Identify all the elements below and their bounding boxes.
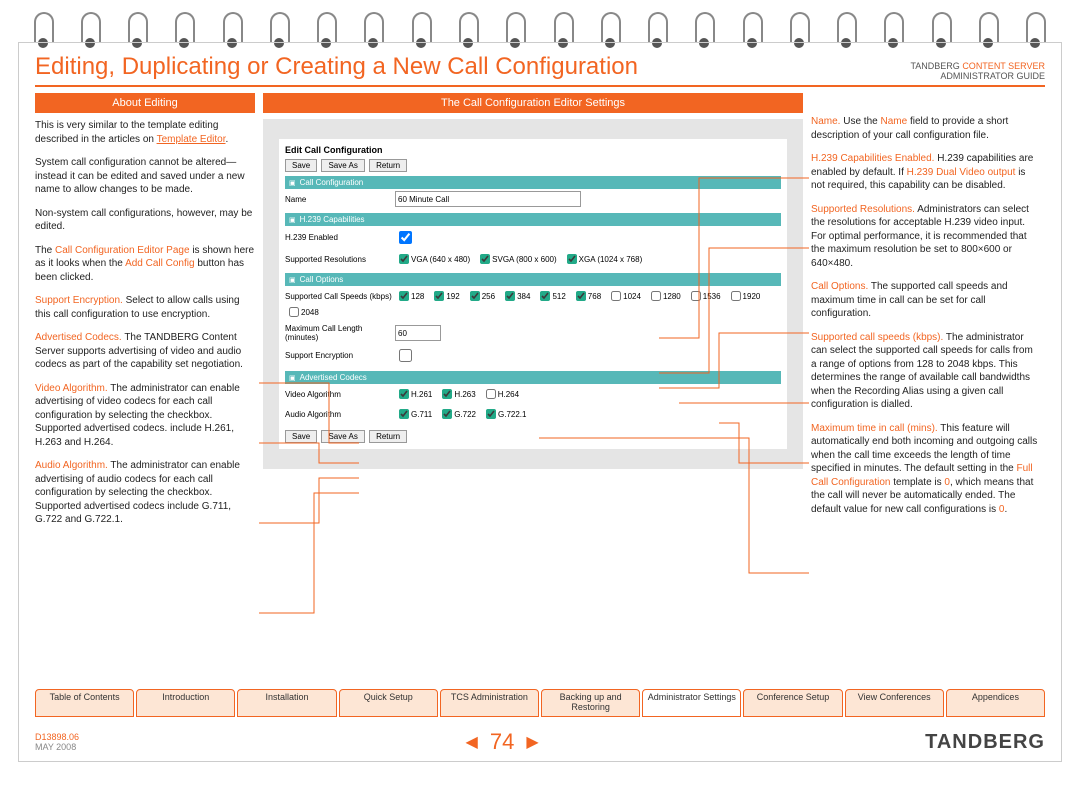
para-support-encryption: Support Encryption. Select to allow call… — [35, 294, 255, 321]
res-vga[interactable] — [399, 254, 409, 264]
v-h263[interactable] — [442, 389, 452, 399]
edit-title: Edit Call Configuration — [285, 145, 781, 155]
sp-512[interactable] — [540, 291, 550, 301]
tab-toc[interactable]: Table of Contents — [35, 689, 134, 717]
pager: ◀ 74 ▶ — [466, 729, 539, 755]
mid-header: The Call Configuration Editor Settings — [263, 93, 803, 113]
brand-block: TANDBERG CONTENT SERVER ADMINISTRATOR GU… — [910, 61, 1045, 81]
return-button[interactable]: Return — [369, 159, 407, 172]
left-header: About Editing — [35, 93, 255, 113]
doc-id: D13898.06MAY 2008 — [35, 732, 79, 752]
top-buttons: Save Save As Return — [285, 159, 781, 172]
tab-viewconf[interactable]: View Conferences — [845, 689, 944, 717]
saveas-button[interactable]: Save As — [321, 159, 364, 172]
tab-confsetup[interactable]: Conference Setup — [743, 689, 842, 717]
a-g722[interactable] — [442, 409, 452, 419]
template-editor-link[interactable]: Template Editor — [157, 134, 226, 145]
a-g7221[interactable] — [486, 409, 496, 419]
intro-para: This is very similar to the template edi… — [35, 119, 255, 146]
lbl-valg: Video Algorithm — [285, 390, 395, 399]
sp-1536[interactable] — [691, 291, 701, 301]
res-svga[interactable] — [480, 254, 490, 264]
para-callopt: Call Options. The supported call speeds … — [811, 280, 1041, 321]
return-button-2[interactable]: Return — [369, 430, 407, 443]
sp-128[interactable] — [399, 291, 409, 301]
tab-appendices[interactable]: Appendices — [946, 689, 1045, 717]
para-nonsys: Non-system call configurations, however,… — [35, 207, 255, 234]
tab-quicksetup[interactable]: Quick Setup — [339, 689, 438, 717]
para-h239cap: H.239 Capabilities Enabled. H.239 capabi… — [811, 152, 1041, 193]
a-g711[interactable] — [399, 409, 409, 419]
bottom-buttons: Save Save As Return — [285, 430, 781, 443]
tab-intro[interactable]: Introduction — [136, 689, 235, 717]
lbl-aalg: Audio Algorithm — [285, 410, 395, 419]
spiral-binding — [0, 0, 1080, 42]
sp-1024[interactable] — [611, 291, 621, 301]
tab-tcsadmin[interactable]: TCS Administration — [440, 689, 539, 717]
h239-checkbox[interactable] — [399, 231, 412, 244]
lbl-h239e: H.239 Enabled — [285, 233, 395, 242]
saveas-button-2[interactable]: Save As — [321, 430, 364, 443]
maxlen-input[interactable] — [395, 325, 441, 341]
save-button-2[interactable]: Save — [285, 430, 317, 443]
tab-backup[interactable]: Backing up and Restoring — [541, 689, 640, 717]
para-video-alg: Video Algorithm. The administrator can e… — [35, 382, 255, 450]
para-editorpage: The Call Configuration Editor Page is sh… — [35, 244, 255, 285]
sp-384[interactable] — [505, 291, 515, 301]
tandberg-logo: TANDBERG — [925, 731, 1045, 754]
name-input[interactable] — [395, 191, 581, 207]
lbl-speeds: Supported Call Speeds (kbps) — [285, 292, 395, 301]
sp-192[interactable] — [434, 291, 444, 301]
page-title: Editing, Duplicating or Creating a New C… — [35, 53, 638, 81]
lbl-supres: Supported Resolutions — [285, 255, 395, 264]
lbl-name: Name — [285, 195, 395, 204]
sp-2048[interactable] — [289, 307, 299, 317]
sp-1920[interactable] — [731, 291, 741, 301]
save-button[interactable]: Save — [285, 159, 317, 172]
section-adv: Advertised Codecs — [285, 371, 781, 384]
prev-page-icon[interactable]: ◀ — [466, 732, 478, 752]
sp-768[interactable] — [576, 291, 586, 301]
section-callopt: Call Options — [285, 273, 781, 286]
lbl-maxlen: Maximum Call Length (minutes) — [285, 324, 395, 342]
sp-1280[interactable] — [651, 291, 661, 301]
para-adv-codecs: Advertised Codecs. The TANDBERG Content … — [35, 331, 255, 372]
section-h239: H.239 Capabilities — [285, 213, 781, 226]
para-supres: Supported Resolutions. Administrators ca… — [811, 203, 1041, 271]
nav-tabs: Table of Contents Introduction Installat… — [35, 689, 1045, 717]
section-call-config: Call Configuration — [285, 176, 781, 189]
tab-install[interactable]: Installation — [237, 689, 336, 717]
editor-screenshot: Edit Call Configuration Save Save As Ret… — [263, 119, 803, 469]
para-name: Name. Use the Name field to provide a sh… — [811, 115, 1041, 142]
res-xga[interactable] — [567, 254, 577, 264]
para-audio-alg: Audio Algorithm. The administrator can e… — [35, 459, 255, 527]
v-h264[interactable] — [486, 389, 496, 399]
sp-256[interactable] — [470, 291, 480, 301]
page-number: 74 — [490, 729, 514, 755]
para-speeds: Supported call speeds (kbps). The admini… — [811, 331, 1041, 412]
para-syscfg: System call configuration cannot be alte… — [35, 156, 255, 197]
next-page-icon[interactable]: ▶ — [526, 732, 538, 752]
lbl-supenc: Support Encryption — [285, 351, 395, 360]
v-h261[interactable] — [399, 389, 409, 399]
tab-adminsettings[interactable]: Administrator Settings — [642, 689, 741, 717]
supenc-checkbox[interactable] — [399, 349, 412, 362]
para-maxtime: Maximum time in call (mins). This featur… — [811, 422, 1041, 517]
